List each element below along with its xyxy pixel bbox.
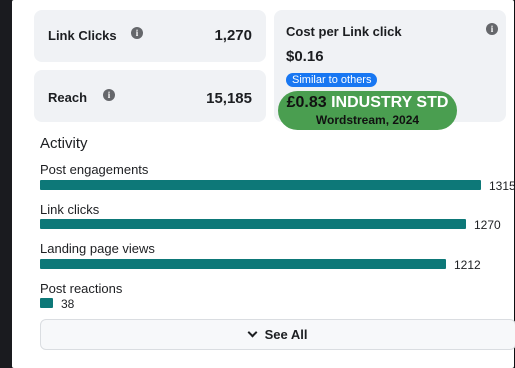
industry-standard-pill: £0.83 INDUSTRY STD Wordstream, 2024	[278, 91, 457, 130]
metric-bar[interactable]	[40, 259, 446, 269]
metric-value: 38	[61, 297, 75, 311]
metric-value: 1270	[474, 218, 501, 232]
industry-standard-price: £0.83	[286, 94, 327, 111]
link-clicks-card: Link Clicks i 1,270	[34, 10, 266, 62]
cost-per-link-click-value: $0.16	[286, 48, 324, 65]
metric-bar[interactable]	[40, 180, 481, 190]
reach-value: 15,185	[206, 90, 252, 107]
industry-standard-source: Wordstream, 2024	[315, 113, 420, 127]
see-all-label: See All	[264, 327, 308, 342]
metric-value: 1212	[454, 258, 481, 272]
info-icon[interactable]: i	[103, 89, 115, 101]
reach-card: Reach i 15,185	[34, 70, 266, 122]
industry-standard-heading: £0.83 INDUSTRY STD	[278, 94, 457, 112]
activity-title: Activity	[40, 135, 88, 152]
info-icon[interactable]: i	[486, 23, 498, 35]
background-strip	[0, 0, 12, 368]
metric-bar[interactable]	[40, 298, 53, 308]
chevron-down-icon	[247, 327, 258, 338]
similar-to-others-badge: Similar to others	[286, 73, 378, 87]
cost-per-link-click-label: Cost per Link click	[286, 24, 402, 39]
reach-label: Reach	[48, 90, 88, 105]
link-clicks-value: 1,270	[214, 27, 252, 44]
industry-standard-label: INDUSTRY STD	[331, 94, 449, 111]
metric-label: Post reactions	[40, 281, 123, 296]
metric-value: 1315	[489, 179, 515, 193]
metric-bar[interactable]	[40, 219, 466, 229]
info-icon[interactable]: i	[131, 27, 143, 39]
link-clicks-label: Link Clicks	[48, 28, 117, 43]
see-all-button[interactable]: See All	[40, 319, 515, 350]
metric-label: Link clicks	[40, 202, 100, 217]
insights-panel: Link Clicks i 1,270 Reach i 15,185 Cost …	[12, 0, 515, 368]
metric-label: Post engagements	[40, 162, 149, 177]
metric-label: Landing page views	[40, 241, 155, 256]
